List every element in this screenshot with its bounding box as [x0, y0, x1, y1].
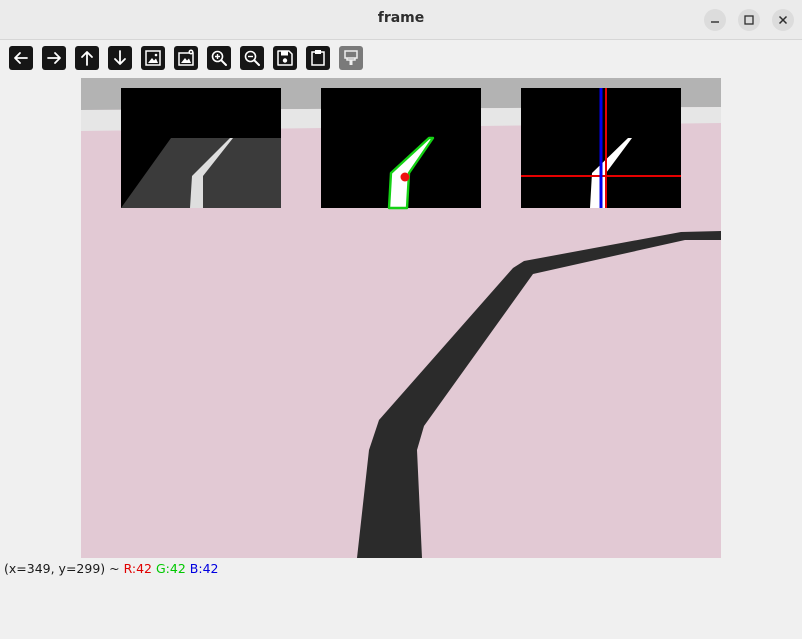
pixel-red-value: R:42: [123, 561, 153, 576]
zoom-original-icon: [145, 50, 161, 66]
zoom-in-button[interactable]: [207, 46, 231, 70]
steering-preview: [521, 88, 681, 208]
copy-to-clipboard-button[interactable]: [306, 46, 330, 70]
pan-right-button[interactable]: [42, 46, 66, 70]
status-bar: (x=349, y=299) ~ R:42 G:42 B:42: [4, 561, 219, 576]
pan-down-button[interactable]: [108, 46, 132, 70]
arrow-down-icon: [114, 50, 126, 65]
maximize-icon: [744, 15, 754, 25]
arrow-right-icon: [47, 52, 61, 64]
pan-left-button[interactable]: [9, 46, 33, 70]
original-preview: [121, 88, 281, 208]
zoom-original-button[interactable]: [141, 46, 165, 70]
pixel-green-value: G:42: [156, 561, 186, 576]
zoom-out-icon: [244, 50, 260, 66]
close-button[interactable]: [772, 9, 794, 31]
toolbar: [0, 40, 802, 76]
arrow-up-icon: [81, 51, 93, 66]
maximize-button[interactable]: [738, 9, 760, 31]
title-bar[interactable]: frame: [0, 0, 802, 40]
minimize-icon: [711, 21, 719, 23]
zoom-fit-button[interactable]: [174, 46, 198, 70]
close-icon: [778, 15, 788, 25]
pixel-blue-value: B:42: [189, 561, 219, 576]
zoom-fit-icon: [178, 49, 194, 66]
minimize-button[interactable]: [704, 9, 726, 31]
window-title: frame: [377, 10, 425, 26]
zoom-in-icon: [211, 50, 227, 66]
properties-button[interactable]: [339, 46, 363, 70]
threshold-mask-preview: [321, 88, 481, 210]
zoom-out-button[interactable]: [240, 46, 264, 70]
cursor-coordinates: (x=349, y=299) ~: [4, 561, 124, 576]
centroid-marker: [400, 172, 410, 182]
clipboard-icon: [311, 50, 325, 66]
pan-up-button[interactable]: [75, 46, 99, 70]
arrow-left-icon: [14, 52, 28, 64]
image-canvas[interactable]: [81, 78, 721, 558]
save-icon: [277, 50, 293, 66]
properties-icon: [344, 50, 358, 65]
opencv-window: frame (x=349, y=299) ~ R:42 G:42 B:42: [0, 0, 802, 639]
save-button[interactable]: [273, 46, 297, 70]
